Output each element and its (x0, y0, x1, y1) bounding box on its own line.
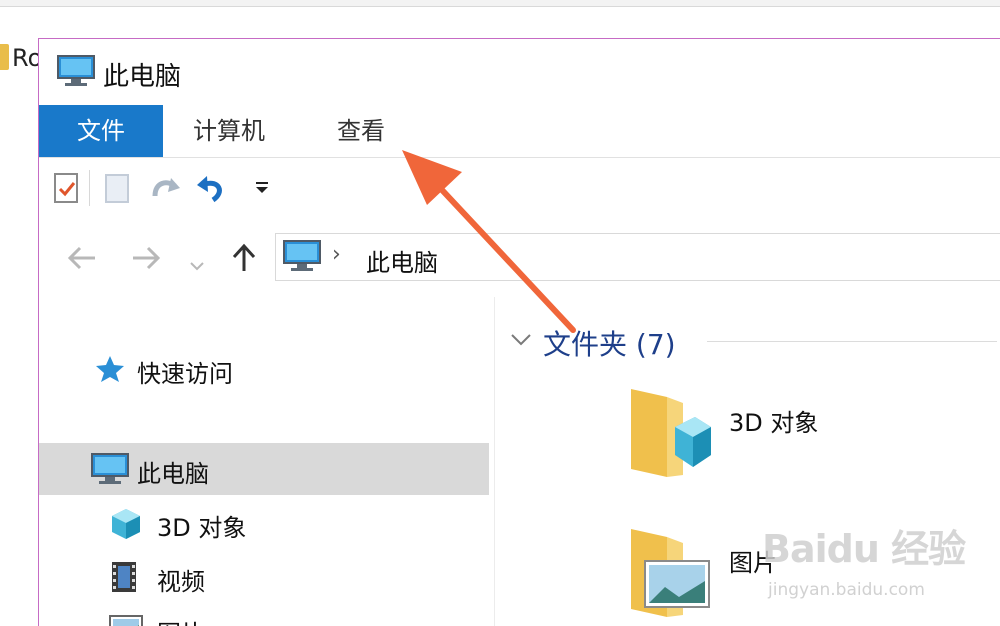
breadcrumb-separator: › (332, 242, 341, 267)
ribbon-tabs: 文件 计算机 查看 (39, 105, 1000, 158)
background-window-strip (0, 0, 1000, 7)
computer-icon (57, 55, 95, 91)
folder-3d-icon (623, 383, 713, 487)
folder-pictures-icon (623, 523, 713, 626)
folder-label: 3D 对象 (729, 409, 819, 437)
cube-icon (109, 507, 143, 545)
tab-computer[interactable]: 计算机 (193, 105, 265, 157)
background-folder-icon (0, 44, 9, 70)
sidebar-item-label: 快速访问 (137, 360, 233, 388)
group-divider (707, 341, 997, 342)
sidebar-item-label: 视频 (157, 568, 205, 596)
tab-file[interactable]: 文件 (39, 105, 163, 157)
redo-icon[interactable] (149, 172, 183, 208)
tab-view[interactable]: 查看 (337, 105, 385, 157)
group-label: 文件夹 (7) (543, 328, 676, 361)
chevron-down-icon[interactable] (509, 327, 533, 355)
navigation-bar: › 此电脑 (39, 219, 1000, 297)
sidebar-item-quick-access[interactable]: 快速访问 (39, 343, 489, 395)
computer-icon (282, 240, 322, 276)
undo-icon[interactable] (195, 172, 229, 208)
sidebar-item-this-pc[interactable]: 此电脑 (39, 443, 489, 495)
sidebar-item-videos[interactable]: 视频 (39, 551, 489, 603)
up-icon[interactable] (231, 243, 257, 278)
forward-icon[interactable] (131, 245, 161, 276)
sidebar-item-label: 此电脑 (137, 460, 209, 488)
navigation-pane: 快速访问 此电脑 3D 对象 视频 (39, 297, 495, 626)
picture-icon (109, 615, 143, 626)
sidebar-item-3d-objects[interactable]: 3D 对象 (39, 497, 489, 549)
toolbar-divider (89, 170, 90, 206)
computer-icon (91, 453, 129, 489)
watermark: Baidu 经验 jingyan.baidu.com (762, 518, 998, 608)
window-title: 此电脑 (103, 62, 182, 92)
watermark-main: Baidu 经验 (762, 527, 966, 571)
back-icon[interactable] (67, 245, 97, 276)
new-folder-icon[interactable] (103, 172, 133, 208)
properties-icon[interactable] (53, 172, 81, 208)
film-icon (111, 561, 137, 597)
recent-dropdown-icon[interactable] (189, 251, 205, 277)
star-icon (95, 355, 125, 387)
watermark-sub: jingyan.baidu.com (768, 580, 925, 600)
breadcrumb-path[interactable]: 此电脑 (366, 243, 438, 278)
sidebar-item-label: 3D 对象 (157, 514, 247, 542)
address-bar[interactable]: › 此电脑 (275, 233, 1000, 281)
sidebar-item-label: 图片 (157, 614, 205, 626)
sidebar-item-pictures[interactable]: 图片 (39, 603, 489, 626)
quick-access-toolbar (39, 158, 1000, 218)
customize-dropdown-icon[interactable] (253, 180, 271, 199)
title-bar: 此电脑 (39, 39, 1000, 105)
